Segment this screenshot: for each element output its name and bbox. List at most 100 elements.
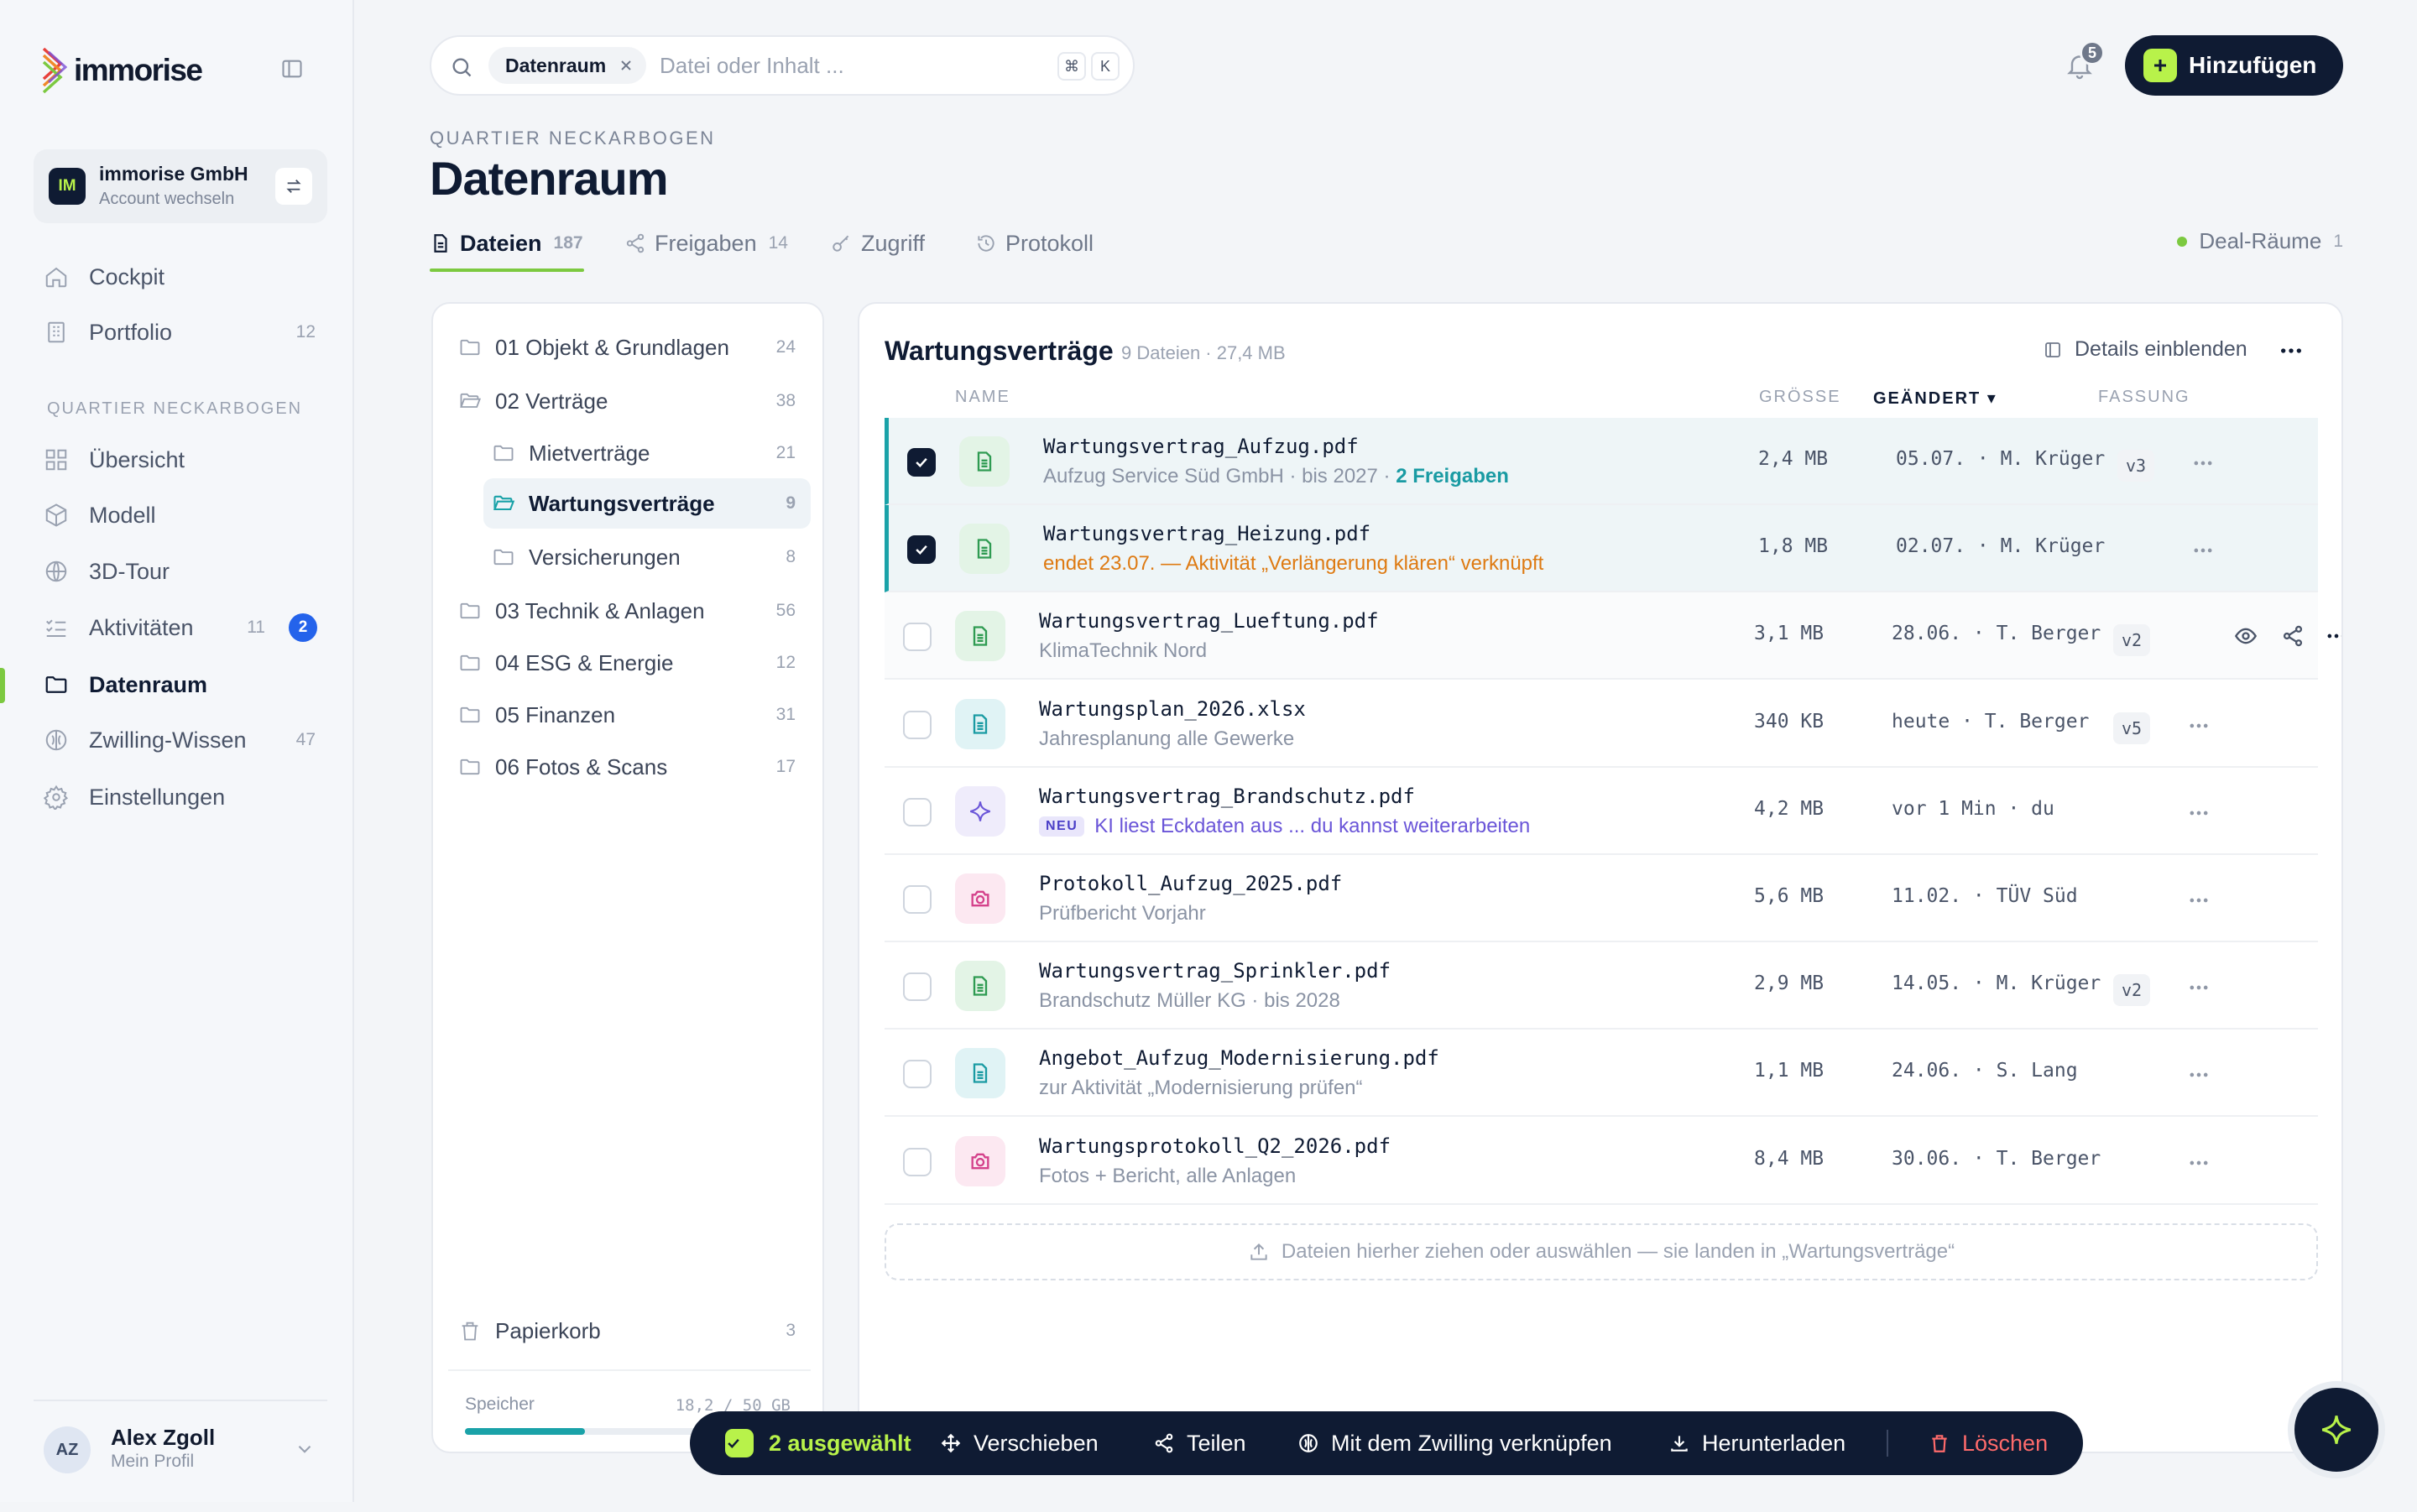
tab-freigaben[interactable]: Freigaben 14 <box>624 227 788 260</box>
tab-zugriff[interactable]: Zugriff <box>831 227 925 260</box>
search-input[interactable]: Datei oder Inhalt ... <box>660 37 844 94</box>
folder-item[interactable]: 06 Fotos & Scans 17 <box>458 742 811 792</box>
immorise-logo-icon <box>42 47 67 94</box>
row-checkbox[interactable] <box>903 797 932 826</box>
upload-dropzone[interactable]: Dateien hierher ziehen oder auswählen — … <box>885 1223 2318 1280</box>
close-icon[interactable] <box>618 57 634 74</box>
file-name[interactable]: Wartungsprotokoll_Q2_2026.pdf <box>1039 1134 1391 1158</box>
table-row[interactable]: Wartungsvertrag_Brandschutz.pdf NEU KI lie… <box>885 768 2318 855</box>
folder-item[interactable]: 03 Technik & Anlagen 56 <box>458 586 811 636</box>
row-checkbox[interactable] <box>903 1060 932 1089</box>
file-name[interactable]: Wartungsvertrag_Brandschutz.pdf <box>1039 785 1415 808</box>
table-row[interactable]: Wartungsvertrag_Heizung.pdf endet 23.07. … <box>885 505 2318 593</box>
more-icon[interactable] <box>2187 801 2211 825</box>
nav-item-modell[interactable]: Modell <box>34 492 327 539</box>
check-icon <box>916 545 927 555</box>
more-icon[interactable] <box>2187 976 2211 999</box>
column-header-name[interactable]: NAME <box>955 388 1010 407</box>
row-checkbox[interactable] <box>903 972 932 1002</box>
nav-item-3d-tour[interactable]: 3D-Tour <box>34 548 327 595</box>
folder-item[interactable]: Versicherungen 8 <box>492 532 811 582</box>
file-name[interactable]: Wartungsvertrag_Sprinkler.pdf <box>1039 959 1391 983</box>
tab-label: Freigaben <box>655 230 757 256</box>
row-checkbox[interactable] <box>903 1147 932 1176</box>
file-name[interactable]: Wartungsvertrag_Aufzug.pdf <box>1043 435 1359 458</box>
folder-item[interactable]: 04 ESG & Energie 12 <box>458 638 811 688</box>
file-modified: heute · T. Berger <box>1892 710 2090 733</box>
file-name[interactable]: Wartungsvertrag_Lueftung.pdf <box>1039 609 1379 633</box>
more-icon[interactable] <box>2325 624 2341 648</box>
preview-icon[interactable] <box>2234 624 2258 648</box>
folder-title: Wartungsverträge <box>885 336 1114 366</box>
folder-icon <box>460 602 480 619</box>
more-icon[interactable] <box>2278 337 2305 364</box>
version-badge[interactable]: v5 <box>2113 712 2151 744</box>
file-name[interactable]: Protokoll_Aufzug_2025.pdf <box>1039 872 1342 895</box>
column-header-version[interactable]: FASSUNG <box>2098 388 2190 407</box>
share-icon[interactable] <box>2281 624 2305 648</box>
link-twin-button[interactable]: Mit dem Zwilling verknüpfen <box>1297 1411 1612 1475</box>
file-meta-text: KI liest Eckdaten aus ... du kannst weit… <box>1094 814 1531 837</box>
shares-link[interactable]: 2 Freigaben <box>1396 465 1509 487</box>
search-bar[interactable]: Datenraum Datei oder Inhalt ... ⌘ K <box>430 35 1135 96</box>
more-icon[interactable] <box>2187 1063 2211 1087</box>
more-icon[interactable] <box>2187 714 2211 738</box>
file-name[interactable]: Wartungsvertrag_Heizung.pdf <box>1043 522 1370 545</box>
more-icon[interactable] <box>2191 451 2215 475</box>
table-row[interactable]: Angebot_Aufzug_Modernisierung.pdf zur Akt… <box>885 1030 2318 1118</box>
delete-label: Löschen <box>1962 1430 2049 1456</box>
column-header-modified[interactable]: GEÄNDERT ▾ <box>1873 388 1997 409</box>
row-checkbox[interactable] <box>907 535 936 565</box>
nav-item-uebersicht[interactable]: Übersicht <box>34 436 327 483</box>
table-row[interactable]: Wartungsvertrag_Aufzug.pdf Aufzug Service… <box>885 418 2318 505</box>
folder-item[interactable]: 02 Verträge 38 <box>458 376 811 426</box>
file-name[interactable]: Wartungsplan_2026.xlsx <box>1039 697 1306 721</box>
brand-logo[interactable]: immorise <box>42 47 203 94</box>
row-checkbox[interactable] <box>907 448 936 477</box>
row-checkbox[interactable] <box>903 885 932 914</box>
delete-button[interactable]: Löschen <box>1929 1411 2048 1475</box>
table-row[interactable]: Wartungsplan_2026.xlsx Jahresplanung alle… <box>885 680 2318 768</box>
switch-account-icon[interactable] <box>275 168 312 205</box>
nav-item-einstellungen[interactable]: Einstellungen <box>34 774 327 821</box>
search-scope-chip[interactable]: Datenraum <box>488 47 647 84</box>
folder-item[interactable]: 01 Objekt & Grundlagen 24 <box>458 322 811 373</box>
file-modified: vor 1 Min · du <box>1892 797 2054 820</box>
share-button[interactable]: Teilen <box>1153 1411 1246 1475</box>
nav-badge: 2 <box>289 613 317 642</box>
folder-item[interactable]: 05 Finanzen 31 <box>458 690 811 740</box>
table-row[interactable]: Protokoll_Aufzug_2025.pdf Prüfbericht Vor… <box>885 855 2318 942</box>
account-switcher[interactable]: IM immorise GmbH Account wechseln <box>34 149 327 223</box>
folder-item[interactable]: Mietverträge 21 <box>492 428 811 478</box>
download-button[interactable]: Herunterladen <box>1668 1411 1845 1475</box>
nav-item-aktivitaeten[interactable]: Aktivitäten 11 2 <box>34 604 327 651</box>
folder-item-selected[interactable]: Wartungsverträge 9 <box>483 478 811 529</box>
table-row[interactable]: Wartungsvertrag_Sprinkler.pdf Brandschutz… <box>885 942 2318 1030</box>
more-icon[interactable] <box>2187 1151 2211 1175</box>
details-toggle-button[interactable]: Details einblenden <box>2043 337 2247 362</box>
deal-rooms-link[interactable]: Deal-Räume 1 <box>2177 228 2343 254</box>
table-row[interactable]: Wartungsvertrag_Lueftung.pdf KlimaTechnik… <box>885 592 2341 680</box>
version-badge[interactable]: v3 <box>2117 450 2155 482</box>
version-badge[interactable]: v2 <box>2113 624 2151 657</box>
more-icon[interactable] <box>2187 889 2211 912</box>
table-row[interactable]: Wartungsprotokoll_Q2_2026.pdf Fotos + Ber… <box>885 1118 2318 1205</box>
more-icon[interactable] <box>2191 539 2215 562</box>
add-button[interactable]: Hinzufügen <box>2125 35 2343 96</box>
move-button[interactable]: Verschieben <box>940 1411 1099 1475</box>
version-badge[interactable]: v2 <box>2113 974 2151 1007</box>
tab-protokoll[interactable]: Protokoll <box>975 227 1094 260</box>
column-header-size[interactable]: GRÖSSE <box>1759 388 1841 407</box>
row-checkbox[interactable] <box>903 710 932 739</box>
nav-item-datenraum[interactable]: Datenraum <box>34 661 327 708</box>
nav-item-cockpit[interactable]: Cockpit <box>34 253 327 300</box>
trash-item[interactable]: Papierkorb 3 <box>458 1306 811 1356</box>
sidebar-collapse-icon[interactable] <box>280 57 304 81</box>
profile-menu[interactable]: AZ Alex Zgoll Mein Profil <box>42 1421 327 1477</box>
nav-item-zwilling-wissen[interactable]: Zwilling-Wissen 47 <box>34 717 327 764</box>
ai-assistant-button[interactable] <box>2294 1388 2378 1472</box>
row-checkbox[interactable] <box>903 623 932 652</box>
file-name[interactable]: Angebot_Aufzug_Modernisierung.pdf <box>1039 1046 1439 1070</box>
tab-dateien[interactable]: Dateien 187 <box>430 227 583 260</box>
nav-item-portfolio[interactable]: Portfolio 12 <box>34 309 327 356</box>
